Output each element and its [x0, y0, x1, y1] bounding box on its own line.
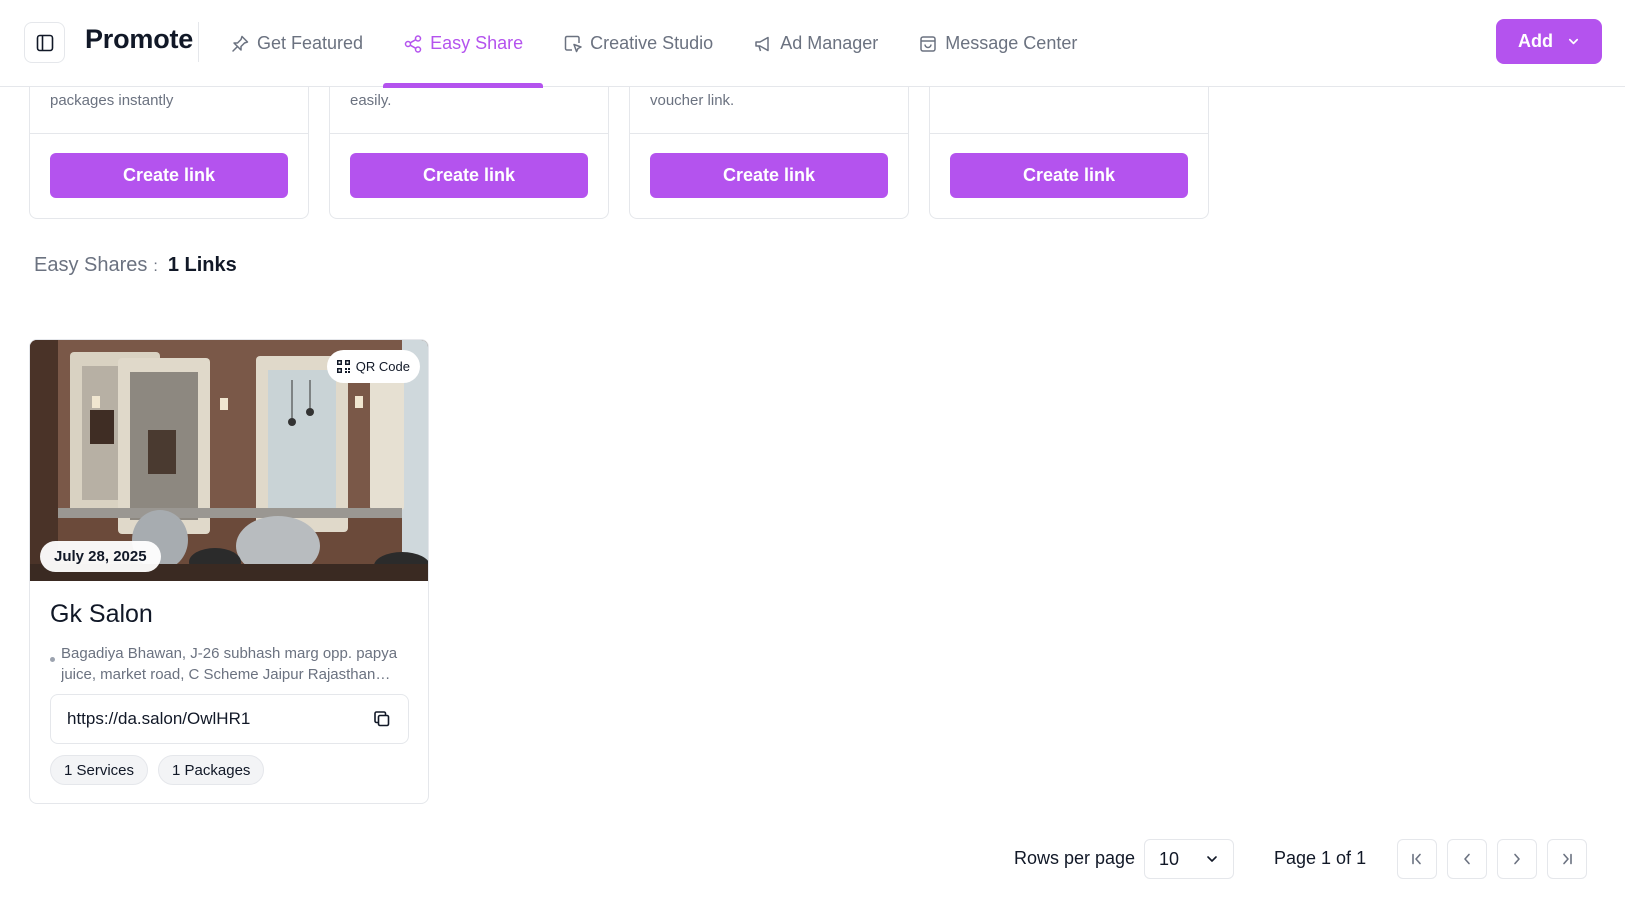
tab-label: Get Featured — [257, 33, 364, 53]
nav-tabs: Get Featured Easy Share Creative Studio — [210, 0, 1097, 88]
salon-name: Gk Salon — [50, 600, 153, 628]
share-icon — [404, 34, 422, 53]
packages-chip: 1 Packages — [158, 755, 265, 785]
rows-per-page-label: Rows per page — [1014, 848, 1136, 868]
brand-divider — [198, 22, 199, 62]
salon-address: Bagadiya Bhawan, J-26 subhash marg opp. … — [50, 643, 410, 685]
easy-shares-label: Easy Shares — [34, 254, 148, 276]
easy-shares-count: 1 Links — [167, 254, 237, 276]
tab-message-center[interactable]: Message Center — [898, 0, 1097, 87]
tab-creative-studio[interactable]: Creative Studio — [543, 0, 733, 87]
share-card-desc: packages instantly — [50, 92, 174, 109]
last-page-button[interactable] — [1547, 839, 1587, 879]
address-text: Bagadiya Bhawan, J-26 subhash marg opp. … — [61, 645, 398, 683]
easy-share-card[interactable]: QR Code July 28, 2025 Gk Salon Bagadiya … — [29, 339, 429, 804]
chevron-down-icon — [1568, 38, 1579, 45]
inbox-icon — [920, 35, 937, 52]
create-link-button[interactable]: Create link — [50, 153, 288, 198]
rows-per-page-select[interactable]: 10 — [1144, 839, 1234, 879]
location-icon — [50, 657, 55, 662]
services-chip: 1 Services — [50, 755, 149, 785]
date-badge: July 28, 2025 — [40, 541, 161, 572]
megaphone-icon — [755, 36, 769, 51]
qr-code-icon — [336, 360, 350, 373]
share-card-desc: voucher link. — [650, 92, 735, 109]
tab-label: Message Center — [945, 33, 1078, 53]
copy-icon[interactable] — [372, 709, 392, 729]
tab-label: Creative Studio — [590, 33, 714, 53]
share-card-desc: easily. — [350, 92, 392, 109]
tab-label: Ad Manager — [780, 33, 879, 53]
card-divider — [30, 133, 308, 134]
previous-page-button[interactable] — [1447, 839, 1487, 879]
qr-code-label: QR Code — [355, 359, 410, 374]
sidebar-icon — [36, 34, 53, 51]
card-divider — [330, 133, 608, 134]
page-info: Page 1 of 1 — [1274, 848, 1367, 868]
chevron-right-icon — [1514, 853, 1520, 865]
add-button-label: Add — [1518, 31, 1553, 51]
create-link-button[interactable]: Create link — [950, 153, 1188, 198]
first-page-button[interactable] — [1397, 839, 1437, 879]
chevron-down-icon — [1207, 856, 1217, 862]
tab-label: Easy Share — [430, 33, 524, 53]
chevrons-right-last-icon — [1563, 853, 1572, 865]
chevron-left-icon — [1464, 853, 1470, 865]
link-chips: 1 Services 1 Packages — [50, 755, 265, 785]
chevrons-left-first-icon — [1412, 853, 1421, 865]
add-button[interactable]: Add — [1496, 19, 1602, 64]
share-url-field: https://da.salon/OwlHR1 — [50, 694, 409, 744]
page-title: Promote — [85, 24, 194, 54]
card-divider — [630, 133, 908, 134]
tab-ad-manager[interactable]: Ad Manager — [733, 0, 898, 87]
share-url[interactable]: https://da.salon/OwlHR1 — [67, 709, 250, 729]
qr-code-button[interactable]: QR Code — [326, 350, 420, 383]
card-divider — [930, 133, 1208, 134]
salon-photo: QR Code July 28, 2025 — [30, 340, 428, 581]
next-page-button[interactable] — [1497, 839, 1537, 879]
tab-get-featured[interactable]: Get Featured — [210, 0, 383, 87]
rows-per-page-value: 10 — [1159, 848, 1180, 869]
label-separator: : — [153, 258, 158, 275]
design-icon — [564, 35, 582, 52]
sidebar-toggle-button[interactable] — [24, 22, 65, 63]
create-link-button[interactable]: Create link — [650, 153, 888, 198]
tab-easy-share[interactable]: Easy Share — [383, 0, 544, 88]
pin-icon — [232, 35, 249, 52]
top-bar: Promote Get Featured Easy Share Creative… — [0, 0, 1625, 88]
create-link-button[interactable]: Create link — [350, 153, 588, 198]
easy-shares-heading: Easy Shares:1 Links — [34, 254, 237, 277]
